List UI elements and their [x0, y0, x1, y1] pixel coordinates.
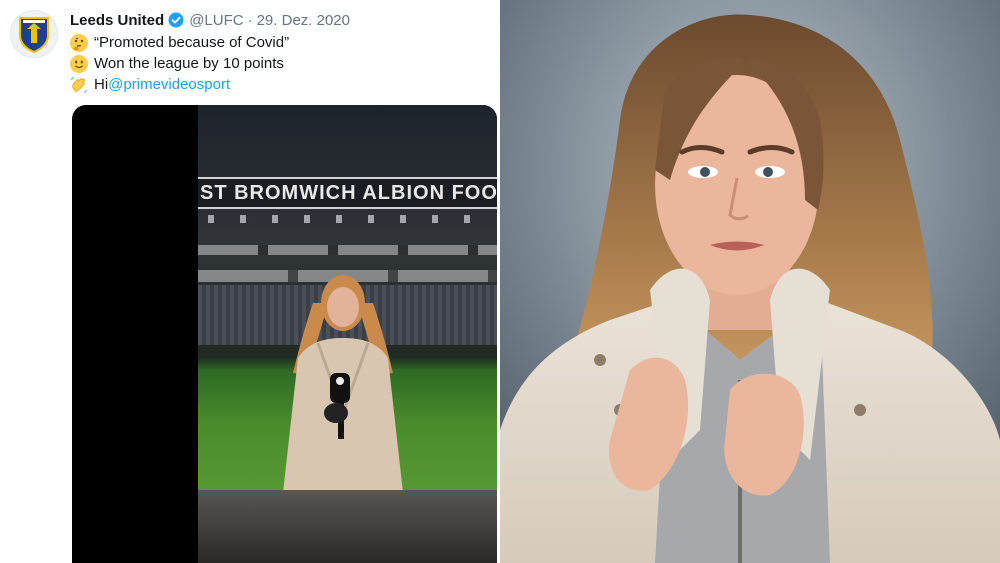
thinking-face-emoji-icon [70, 33, 88, 52]
leeds-united-avatar[interactable] [10, 10, 58, 58]
presenter-figure [283, 275, 403, 493]
tweet-line-text: Won the league by 10 points [94, 55, 284, 72]
header-separator: · [247, 11, 253, 29]
presenter-desk [198, 490, 497, 563]
presenter-photo [500, 0, 1000, 563]
stadium-banner: ST BROMWICH ALBION FOOTB [198, 177, 497, 209]
tweet-line: “Promoted because of Covid” [70, 32, 289, 53]
embedded-video[interactable]: ST BROMWICH ALBION FOOTB [72, 105, 497, 563]
mention-link[interactable]: @primevideosport [108, 74, 230, 95]
slightly-smiling-face-emoji-icon [70, 54, 88, 73]
tweet-line: Hi @primevideosport [70, 74, 289, 95]
tweet-line-text: Hi [94, 76, 109, 93]
video-frame: ST BROMWICH ALBION FOOTB [198, 105, 497, 563]
waving-hand-emoji-icon [70, 76, 88, 94]
stadium-lights [208, 215, 488, 223]
verified-badge-icon [168, 12, 184, 28]
advertising-board [198, 245, 497, 255]
tweet-line-text: “Promoted because of Covid” [94, 34, 290, 51]
tweet-date[interactable]: 29. Dez. 2020 [257, 12, 350, 29]
tweet-header: Leeds United @LUFC · 29. Dez. 2020 [70, 10, 350, 30]
display-name[interactable]: Leeds United [70, 12, 164, 29]
user-handle[interactable]: @LUFC [189, 12, 243, 29]
tweet-line: Won the league by 10 points [70, 53, 289, 74]
leeds-crest-icon [19, 17, 49, 53]
presenter-portrait-image [500, 0, 1000, 563]
tweet-body: “Promoted because of Covid” Won the leag… [70, 32, 289, 95]
tweet-card: Leeds United @LUFC · 29. Dez. 2020 “Prom… [0, 0, 500, 563]
